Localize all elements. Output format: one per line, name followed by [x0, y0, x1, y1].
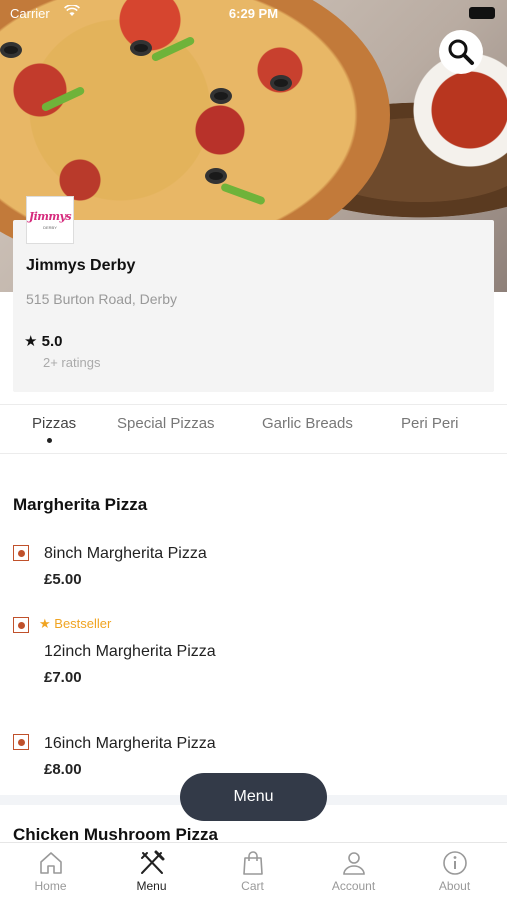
olive-decoration [205, 168, 227, 184]
nav-about[interactable]: About [404, 843, 505, 900]
nav-home[interactable]: Home [0, 843, 101, 900]
food-type-icon [13, 545, 29, 561]
restaurant-name: Jimmys Derby [26, 257, 136, 274]
menu-button[interactable]: Menu [180, 773, 327, 821]
menu-item-price: £5.00 [44, 571, 82, 588]
nav-account[interactable]: Account [303, 843, 404, 900]
nav-about-label: About [438, 879, 471, 893]
tab-special-pizzas[interactable]: Special Pizzas [117, 415, 215, 432]
food-type-icon [13, 617, 29, 633]
nav-home-label: Home [34, 879, 67, 893]
tab-garlic-breads[interactable]: Garlic Breads [262, 415, 353, 432]
search-button[interactable] [439, 30, 483, 74]
active-tab-indicator [47, 438, 52, 443]
food-type-icon [13, 734, 29, 750]
nav-cart-label: Cart [241, 879, 264, 893]
battery-icon [469, 7, 495, 19]
status-bar: Carrier 6:29 PM [0, 0, 507, 28]
bestseller-label: Bestseller [54, 616, 112, 631]
olive-decoration [270, 75, 292, 91]
restaurant-logo: Jimmys DERBY [26, 196, 74, 244]
restaurant-info-card: Jimmys DERBY Jimmys Derby 515 Burton Roa… [13, 196, 494, 392]
logo-text: Jimmys [28, 210, 72, 223]
nav-menu[interactable]: Menu [101, 843, 202, 900]
fork-knife-icon [140, 850, 164, 874]
menu-item-name[interactable]: 12inch Margherita Pizza [44, 643, 216, 661]
restaurant-address: 515 Burton Road, Derby [26, 291, 177, 307]
menu-item-price: £7.00 [44, 669, 82, 686]
nav-cart[interactable]: Cart [202, 843, 303, 900]
status-time: 6:29 PM [228, 6, 279, 21]
home-icon [39, 852, 62, 874]
logo-subtext: DERBY [43, 225, 57, 230]
info-icon [442, 851, 467, 875]
menu-item-name[interactable]: 8inch Margherita Pizza [44, 545, 207, 563]
olive-decoration [130, 40, 152, 56]
olive-decoration [210, 88, 232, 104]
menu-item-price: £8.00 [44, 761, 82, 778]
nav-account-label: Account [331, 879, 376, 893]
category-tabs: Pizzas Special Pizzas Garlic Breads Peri… [0, 404, 507, 454]
tab-peri-peri[interactable]: Peri Peri [401, 415, 459, 432]
nav-menu-label: Menu [136, 879, 167, 893]
star-icon: ★ [24, 333, 38, 350]
rating-count: 2+ ratings [43, 355, 101, 370]
bottom-navigation: Home Menu Cart Account About [0, 842, 507, 900]
rating-value: 5.0 [41, 333, 63, 350]
menu-item-name[interactable]: 16inch Margherita Pizza [44, 735, 216, 753]
olive-decoration [0, 42, 22, 58]
bag-icon [242, 851, 263, 875]
user-icon [342, 852, 365, 875]
section-title: Margherita Pizza [13, 495, 148, 514]
bestseller-badge: ★ Bestseller [39, 616, 111, 632]
rating: ★ 5.0 [24, 332, 62, 350]
search-icon [448, 39, 474, 65]
tab-pizzas[interactable]: Pizzas [32, 415, 76, 432]
star-icon: ★ [39, 616, 51, 631]
